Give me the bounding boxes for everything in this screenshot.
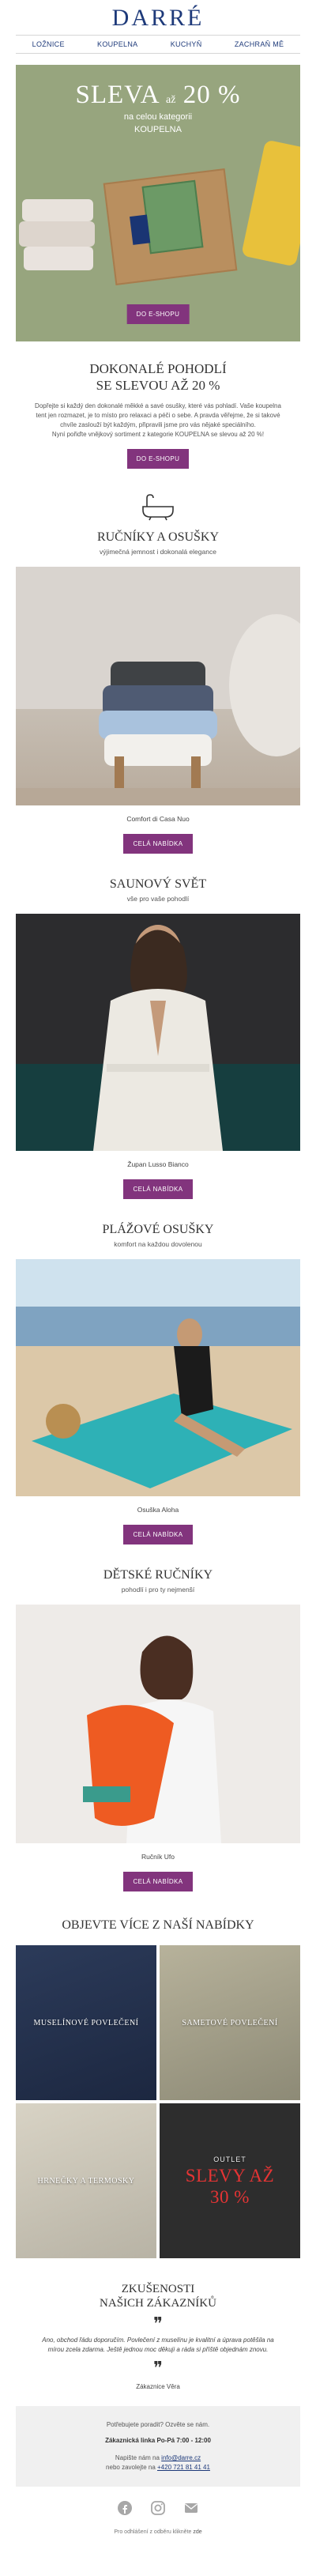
tile-muselin-label: MUSELÍNOVÉ POVLEČENÍ <box>33 2018 139 2027</box>
outlet-discount: SLEVY AŽ 30 % <box>185 2165 275 2207</box>
hero-az: až <box>166 94 176 106</box>
review-author: Zákaznice Věra <box>136 2383 180 2390</box>
intro-section: DOKONALÉ POHODLÍ SE SLEVOU AŽ 20 % Dopřej… <box>0 341 316 469</box>
offer-button-rucniky[interactable]: CELÁ NABÍDKA <box>123 834 193 854</box>
gift-box-image <box>103 168 238 285</box>
section-sub-sauna: vše pro vaše pohodlí <box>126 895 190 903</box>
help-text: Potřebujete poradit? Ozvěte se nám. <box>106 2421 210 2428</box>
contact-box: Potřebujete poradit? Ozvěte se nám. Záka… <box>16 2406 300 2487</box>
beach-towel-photo[interactable] <box>16 1259 300 1496</box>
logo-text: DARRÉ <box>111 5 205 31</box>
social-links <box>0 2499 316 2517</box>
section-title-sauna: SAUNOVÝ SVĚT <box>109 877 207 891</box>
caption-plaz: Osuška Aloha <box>137 1506 179 1514</box>
outlet-block: OUTLET SLEVY AŽ 30 % <box>179 2155 281 2208</box>
towel-image <box>24 247 93 270</box>
section-title-deti: DĚTSKÉ RUČNÍKY <box>103 1568 213 1582</box>
intro-title-1: DOKONALÉ POHODLÍ <box>89 361 227 376</box>
main-nav: LOŽNICE KOUPELNA KUCHYŇ ZACHRAŇ MĚ <box>16 35 300 54</box>
hero-percent: 20 % <box>182 81 241 109</box>
mail-icon[interactable] <box>182 2499 200 2517</box>
towel-image <box>22 199 93 221</box>
section-title-plaz: PLÁŽOVÉ OSUŠKY <box>102 1223 214 1236</box>
folded-towel-image <box>141 179 204 255</box>
intro-title: DOKONALÉ POHODLÍ SE SLEVOU AŽ 20 % <box>30 360 286 394</box>
intro-text: Dopřejte si každý den dokonalé měkké a s… <box>35 402 281 428</box>
hero-title: SLEVA až 20 % na celou kategorii KOUPELN… <box>16 81 300 135</box>
instagram-icon[interactable] <box>149 2499 167 2517</box>
facebook-icon[interactable] <box>116 2499 134 2517</box>
caption-deti: Ručník Ufo <box>141 1853 175 1861</box>
hotline-text: Zákaznická linka Po-Pá 7:00 - 12:00 <box>105 2437 211 2444</box>
outlet-label: OUTLET <box>213 2155 246 2163</box>
email-link[interactable]: info@darre.cz <box>161 2454 201 2461</box>
write-text: Napište nám na <box>115 2454 160 2461</box>
intro-title-2: SE SLEVOU AŽ 20 % <box>96 378 220 393</box>
reviews-title-1: ZKUŠENOSTI <box>121 2283 195 2295</box>
intro-text-2: Nyní pořiďte vnějkový sortiment z katego… <box>51 431 265 438</box>
category-grid: MUSELÍNOVÉ POVLEČENÍ SAMETOVÉ POVLEČENÍ … <box>16 1945 300 2258</box>
section-sub-deti: pohodlí i pro ty nejmenší <box>121 1586 195 1593</box>
towel-image <box>19 221 95 247</box>
quote-close-icon: ❞ <box>153 2358 163 2378</box>
email-page: DARRÉ LOŽNICE KOUPELNA KUCHYŇ ZACHRAŇ MĚ… <box>0 0 316 2576</box>
tile-sametove-label: SAMETOVÉ POVLEČENÍ <box>182 2018 278 2027</box>
phone-link[interactable]: +420 721 81 41 41 <box>157 2464 210 2471</box>
call-text: nebo zavolejte na <box>106 2464 156 2471</box>
yellow-towel-image <box>241 139 300 267</box>
reviews-title-2: NAŠICH ZÁKAZNÍKŮ <box>100 2297 216 2310</box>
unsubscribe-line: Pro odhlášení z odběru klikněte zde <box>0 2529 316 2535</box>
tile-hrnecky[interactable]: HRNEČKY A TERMOSKY <box>16 2103 156 2258</box>
tile-hrnecky-label: HRNEČKY A TERMOSKY <box>37 2176 135 2186</box>
nav-koupelna[interactable]: KOUPELNA <box>97 40 137 48</box>
towels-stool-photo[interactable] <box>16 567 300 805</box>
offer-button-sauna[interactable]: CELÁ NABÍDKA <box>123 1179 193 1199</box>
logo[interactable]: DARRÉ <box>0 0 316 35</box>
reviews-section: ZKUŠENOSTI NAŠICH ZÁKAZNÍKŮ ❞ Ano, obchod… <box>0 2282 316 2390</box>
hero-sleva: SLEVA <box>75 81 159 109</box>
unsubscribe-link[interactable]: zde <box>193 2529 201 2535</box>
hero-banner[interactable]: SLEVA až 20 % na celou kategorii KOUPELN… <box>16 65 300 341</box>
unsubscribe-text: Pro odhlášení z odběru klikněte <box>114 2529 192 2535</box>
nav-zachran-me[interactable]: ZACHRAŇ MĚ <box>235 40 284 48</box>
bathrobe-photo[interactable] <box>16 914 300 1151</box>
section-title-rucniky: RUČNÍKY A OSUŠKY <box>96 530 220 544</box>
review-text: Ano, obchod řádu doporučím. Povlečení z … <box>42 2337 274 2353</box>
quote-open-icon: ❞ <box>153 2314 163 2333</box>
section-sub-rucniky: výjimečná jemnost i dokonalá elegance <box>100 548 216 556</box>
hero-sub-2: KOUPELNA <box>134 125 182 134</box>
kids-towel-photo[interactable] <box>16 1605 300 1843</box>
section-sub-plaz: komfort na každou dovolenou <box>114 1240 202 1248</box>
nav-loznice[interactable]: LOŽNICE <box>32 40 65 48</box>
tile-sametove[interactable]: SAMETOVÉ POVLEČENÍ <box>160 1945 300 2100</box>
nav-kuchyn[interactable]: KUCHYŇ <box>171 40 202 48</box>
offer-button-deti[interactable]: CELÁ NABÍDKA <box>123 1872 193 1891</box>
hero-shop-button[interactable]: DO E-SHOPU <box>126 304 190 324</box>
more-title: OBJEVTE VÍCE Z NAŠÍ NABÍDKY <box>62 1918 254 1932</box>
bathtub-icon <box>0 492 316 524</box>
intro-shop-button[interactable]: DO E-SHOPU <box>126 449 190 469</box>
brand-tag-image <box>130 214 151 245</box>
reviews-title: ZKUŠENOSTI NAŠICH ZÁKAZNÍKŮ <box>0 2282 316 2310</box>
caption-sauna: Župan Lusso Bianco <box>127 1160 189 1168</box>
caption-rucniky: Comfort di Casa Nuo <box>126 815 190 823</box>
tile-outlet[interactable]: OUTLET SLEVY AŽ 30 % <box>160 2103 300 2258</box>
hero-sub-1: na celou kategorii <box>123 112 193 122</box>
offer-button-plaz[interactable]: CELÁ NABÍDKA <box>123 1525 193 1544</box>
tile-muselin[interactable]: MUSELÍNOVÉ POVLEČENÍ <box>16 1945 156 2100</box>
